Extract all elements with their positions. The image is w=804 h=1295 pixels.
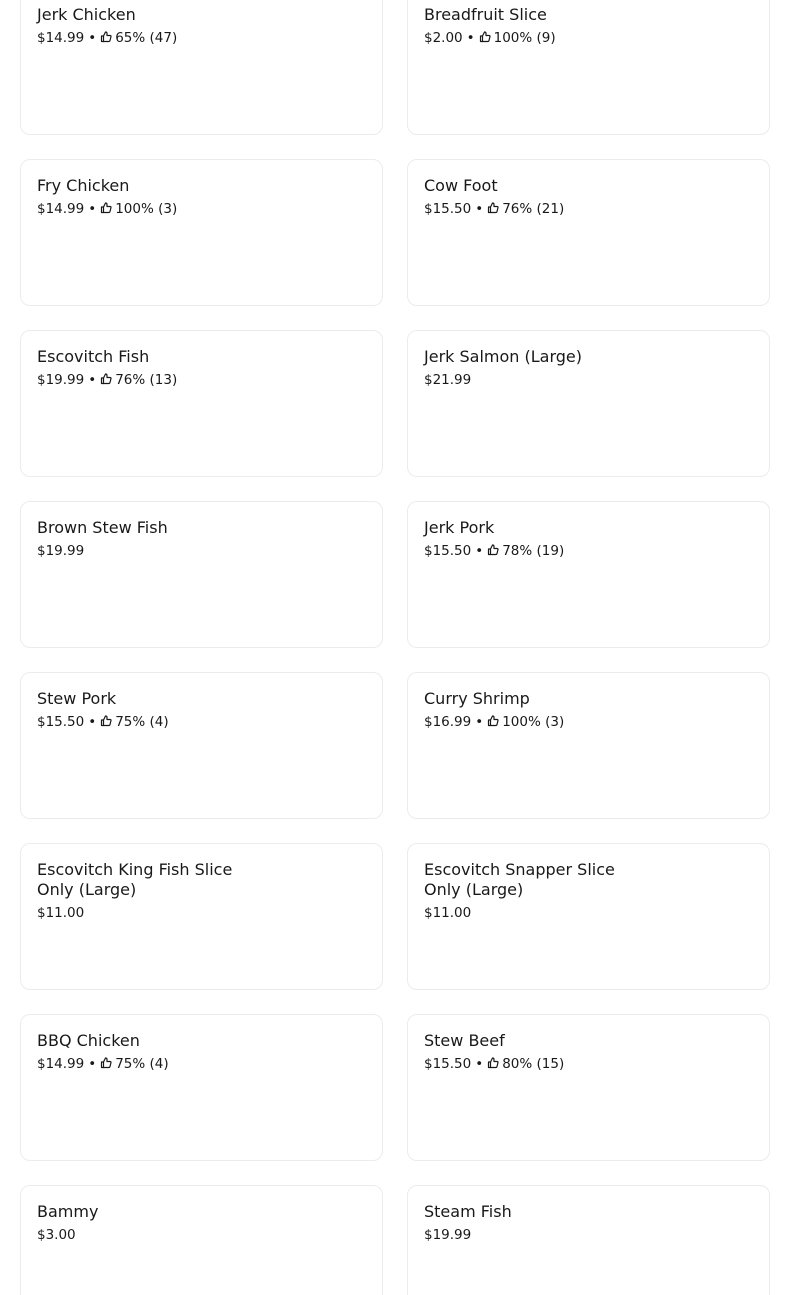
menu-item-name: Jerk Chicken [37,5,136,24]
menu-item-name: Cow Foot [424,176,498,195]
menu-item-meta: $11.00 [424,904,753,922]
menu-item-price: $14.99 [37,1056,85,1072]
thumbs-up-icon [100,715,112,727]
separator-dot: • [475,201,484,217]
menu-item-meta: $19.99 [37,542,366,560]
separator-dot: • [88,372,97,388]
separator-dot: • [466,30,475,46]
menu-item-rating: 80% (15) [502,1056,565,1072]
menu-item-rating: 100% (9) [493,30,556,46]
menu-item-meta: $3.00 [37,1226,366,1244]
menu-item-meta: $14.99 • 100% (3) [37,200,366,218]
menu-item-card[interactable]: Escovitch Snapper Slice Only (Large) $11… [407,843,770,990]
menu-item-meta: $19.99 • 76% (13) [37,371,366,389]
thumbs-up-icon [487,715,499,727]
thumbs-up-icon [100,31,112,43]
menu-item-card[interactable]: Jerk Salmon (Large) $21.99 [407,330,770,477]
menu-item-card[interactable]: Escovitch Fish $19.99 • 76% (13) [20,330,383,477]
menu-item-price: $11.00 [424,905,472,921]
thumbs-up-icon [100,1057,112,1069]
menu-item-name: Escovitch Snapper Slice Only (Large) [424,860,615,899]
menu-item-rating: 65% (47) [115,30,178,46]
menu-item-card[interactable]: Escovitch King Fish Slice Only (Large) $… [20,843,383,990]
menu-item-name: Fry Chicken [37,176,130,195]
menu-item-card[interactable]: Curry Shrimp $16.99 • 100% (3) [407,672,770,819]
separator-dot: • [475,543,484,559]
menu-item-name: Escovitch Fish [37,347,150,366]
thumbs-up-icon [100,373,112,385]
menu-item-meta: $16.99 • 100% (3) [424,713,753,731]
menu-item-meta: $15.50 • 76% (21) [424,200,753,218]
menu-item-rating: 75% (4) [115,714,169,730]
menu-item-name: Breadfruit Slice [424,5,547,24]
menu-item-card[interactable]: Stew Beef $15.50 • 80% (15) [407,1014,770,1161]
menu-item-rating: 78% (19) [502,543,565,559]
menu-item-price: $3.00 [37,1227,76,1243]
menu-item-name: Escovitch King Fish Slice Only (Large) [37,860,233,899]
menu-item-rating: 75% (4) [115,1056,169,1072]
menu-item-rating: 100% (3) [115,201,178,217]
menu-item-price: $15.50 [424,543,472,559]
menu-item-price: $19.99 [37,372,85,388]
menu-item-price: $19.99 [37,543,85,559]
menu-item-name: Steam Fish [424,1202,512,1221]
thumbs-up-icon [100,202,112,214]
menu-item-rating: 100% (3) [502,714,565,730]
menu-item-card[interactable]: Jerk Chicken $14.99 • 65% (47) [20,0,383,135]
menu-item-name: Bammy [37,1202,99,1221]
thumbs-up-icon [487,202,499,214]
menu-item-card[interactable]: BBQ Chicken $14.99 • 75% (4) [20,1014,383,1161]
menu-item-price: $11.00 [37,905,85,921]
menu-item-card[interactable]: Bammy $3.00 [20,1185,383,1295]
menu-item-name: Stew Beef [424,1031,505,1050]
separator-dot: • [88,714,97,730]
menu-item-card[interactable]: Fry Chicken $14.99 • 100% (3) [20,159,383,306]
separator-dot: • [88,1056,97,1072]
menu-item-price: $15.50 [424,1056,472,1072]
menu-item-name: Stew Pork [37,689,117,708]
menu-item-meta: $15.50 • 80% (15) [424,1055,753,1073]
menu-page: Jerk Chicken $14.99 • 65% (47) Breadfruit… [0,0,804,1295]
menu-item-card[interactable]: Cow Foot $15.50 • 76% (21) [407,159,770,306]
separator-dot: • [475,714,484,730]
menu-item-price: $2.00 [424,30,463,46]
menu-item-meta: $15.50 • 78% (19) [424,542,753,560]
menu-item-meta: $15.50 • 75% (4) [37,713,366,731]
separator-dot: • [88,30,97,46]
menu-item-card[interactable]: Jerk Pork $15.50 • 78% (19) [407,501,770,648]
menu-item-name: Curry Shrimp [424,689,530,708]
menu-item-price: $14.99 [37,201,85,217]
menu-item-price: $19.99 [424,1227,472,1243]
thumbs-up-icon [487,1057,499,1069]
menu-item-price: $15.50 [37,714,85,730]
menu-item-price: $14.99 [37,30,85,46]
menu-item-rating: 76% (13) [115,372,178,388]
thumbs-up-icon [487,544,499,556]
menu-item-card[interactable]: Stew Pork $15.50 • 75% (4) [20,672,383,819]
menu-item-price: $16.99 [424,714,472,730]
menu-item-meta: $2.00 • 100% (9) [424,29,753,47]
menu-item-price: $21.99 [424,372,472,388]
menu-item-price: $15.50 [424,201,472,217]
menu-item-card[interactable]: Breadfruit Slice $2.00 • 100% (9) [407,0,770,135]
menu-item-card[interactable]: Brown Stew Fish $19.99 [20,501,383,648]
menu-item-grid: Jerk Chicken $14.99 • 65% (47) Breadfruit… [20,0,770,1295]
menu-item-meta: $14.99 • 65% (47) [37,29,366,47]
menu-item-meta: $21.99 [424,371,753,389]
menu-item-rating: 76% (21) [502,201,565,217]
menu-item-meta: $14.99 • 75% (4) [37,1055,366,1073]
menu-item-name: Brown Stew Fish [37,518,168,537]
thumbs-up-icon [479,31,491,43]
menu-item-name: BBQ Chicken [37,1031,140,1050]
menu-item-name: Jerk Pork [424,518,495,537]
separator-dot: • [88,201,97,217]
menu-item-meta: $19.99 [424,1226,753,1244]
separator-dot: • [475,1056,484,1072]
menu-item-card[interactable]: Steam Fish $19.99 [407,1185,770,1295]
menu-item-name: Jerk Salmon (Large) [424,347,582,366]
menu-item-meta: $11.00 [37,904,366,922]
